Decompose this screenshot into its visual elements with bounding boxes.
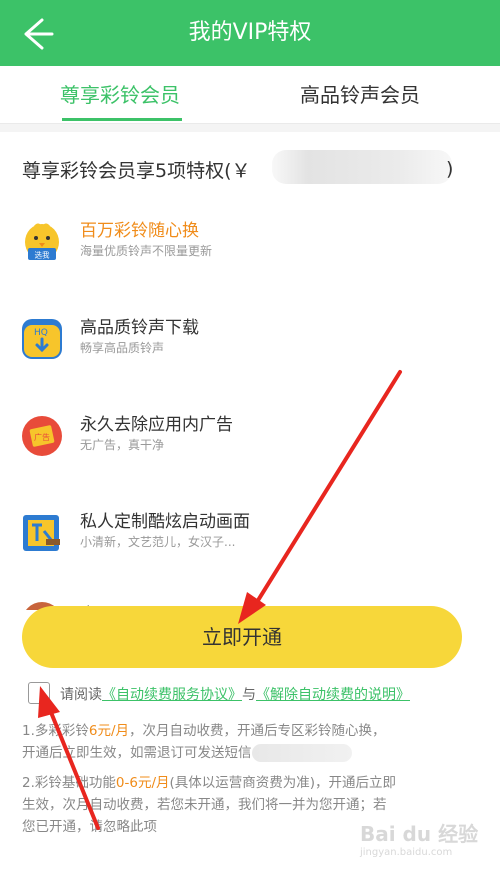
no-ads-icon: 广告 [22,416,62,456]
tab-bar: 尊享彩铃会员 高品铃声会员 [0,66,500,124]
cancel-auto-renew-link[interactable]: 《解除自动续费的说明》 [256,687,410,703]
active-tab-indicator [62,118,182,121]
privilege-item: 私人定制酷炫启动画面 小清新，文艺范儿，女汉子... [0,505,500,565]
privilege-title: 私人定制酷炫启动画面 [80,512,250,532]
agreement-row: 请阅读《自动续费服务协议》与《解除自动续费的说明》 [28,682,468,708]
privileges-heading-tail: ) [446,158,454,180]
agreement-checkbox[interactable] [28,682,50,704]
chick-icon: 选我 [25,223,59,260]
svg-text:HQ: HQ [34,328,48,338]
custom-splash-icon [23,515,60,551]
auto-renew-agreement-link[interactable]: 《自动续费服务协议》 [102,687,242,703]
svg-text:选我: 选我 [35,250,50,260]
hq-download-icon: HQ [22,319,62,359]
privilege-title: 高品质铃声下载 [80,318,199,338]
subscribe-now-button[interactable]: 立即开通 [22,606,462,668]
privilege-item: 广告 永久去除应用内广告 无广告，真干净 [0,408,500,468]
svg-text:广告: 广告 [34,432,50,442]
privileges-heading: 尊享彩铃会员享5项特权(￥ [22,160,251,182]
agreement-middle: 与 [242,687,256,703]
privilege-subtitle: 小清新，文艺范儿，女汉子... [80,535,236,549]
privilege-subtitle: 海量优质铃声不限量更新 [80,244,213,258]
note-1: 1.多彩彩铃6元/月，次月自动收费，开通后专区彩铃随心换， 开通后立即生效，如需… [22,723,386,762]
baidu-jingyan-watermark: Bai du 经验 jingyan.baidu.com [360,822,479,858]
tab-hq-ringtone[interactable]: 高品铃声会员 [280,66,440,124]
price-highlight: 6元/月 [88,723,130,739]
privilege-item: HQ 高品质铃声下载 畅享高品质铃声 [0,311,500,371]
privilege-subtitle: 畅享高品质铃声 [80,341,165,355]
top-bar: 我的VIP特权 [0,0,500,66]
privilege-subtitle: 无广告，真干净 [80,438,165,452]
page-title: 我的VIP特权 [188,20,312,45]
price-highlight: 0-6元/月 [115,775,170,791]
section-divider [0,124,500,132]
privilege-title: 永久去除应用内广告 [80,415,233,435]
blurred-sms-mask [251,744,352,762]
privilege-item: 选我 百万彩铃随心换 海量优质铃声不限量更新 [0,214,500,274]
agreement-prefix: 请阅读 [60,687,102,703]
tab-premium-ringback[interactable]: 尊享彩铃会员 [40,66,200,124]
privilege-title: 百万彩铃随心换 [80,221,199,241]
blurred-price-mask [272,150,452,184]
